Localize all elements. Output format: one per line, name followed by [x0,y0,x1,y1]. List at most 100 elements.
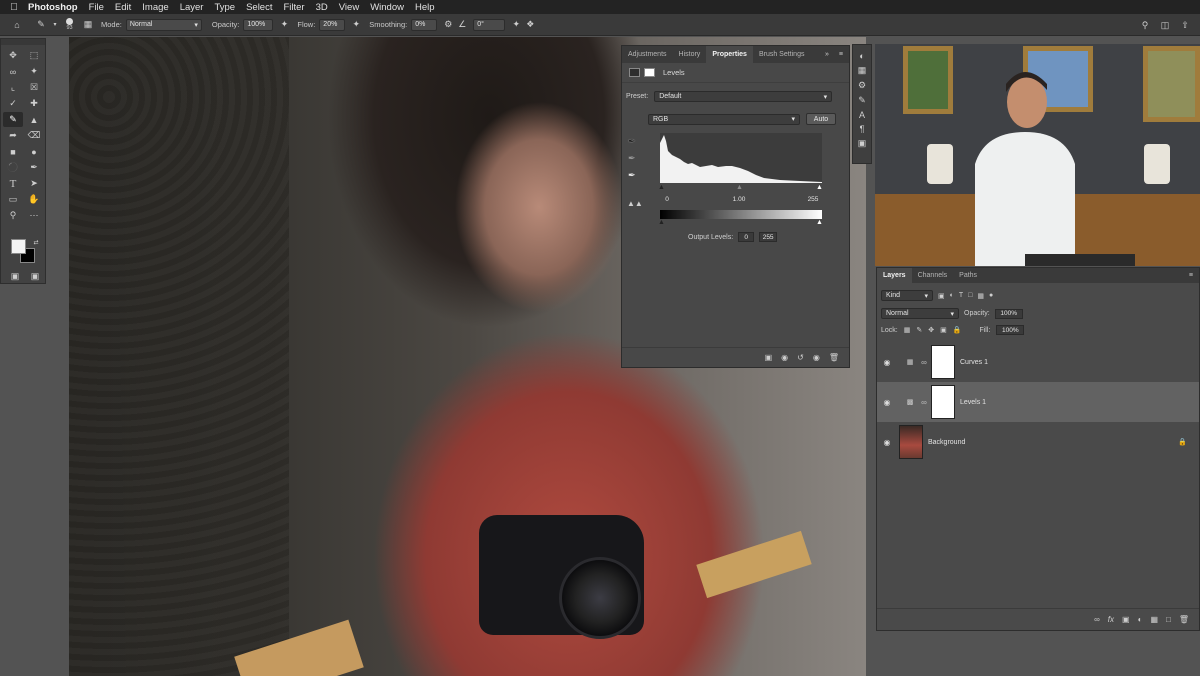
marquee-tool-icon[interactable]: ⬚ [24,48,44,63]
filter-smart-object-icon[interactable]: ▦ [977,292,984,300]
tab-layers[interactable]: Layers [877,268,912,283]
link-chain-icon[interactable]: ∞ [919,358,929,367]
apple-logo-icon[interactable]:  [0,2,28,13]
menu-filter[interactable]: Filter [283,2,304,13]
layer-row-curves[interactable]: ◉ ▦ ∞ Curves 1 [877,342,1199,382]
layer-mask-thumbnail[interactable] [931,385,955,419]
tab-history[interactable]: History [673,46,707,63]
output-black-field[interactable]: 0 [738,232,755,242]
layer-row-levels[interactable]: ◉ ▩ ∞ Levels 1 [877,382,1199,422]
tab-channels[interactable]: Channels [912,268,954,283]
home-icon[interactable]: ⌂ [10,18,24,32]
lock-artboard-icon[interactable]: ▣ [940,326,947,334]
quick-mask-icon[interactable]: ▣ [5,269,25,284]
color-panel-icon[interactable]: ◐ [859,51,864,61]
pressure-opacity-icon[interactable]: ✦ [277,18,291,32]
brush-panel-toggle-icon[interactable]: ▦ [81,18,95,32]
layer-name[interactable]: Levels 1 [960,399,986,406]
tab-brush-settings[interactable]: Brush Settings [753,46,811,63]
airbrush-icon[interactable]: ✦ [349,18,363,32]
output-slider[interactable]: ▲ ▲ [658,219,824,226]
flow-field[interactable]: 20% [319,18,346,31]
blend-mode-dropdown[interactable]: Normal ▾ [881,308,959,319]
white-input-slider-handle[interactable]: ▲ [816,184,823,191]
layer-filter-dropdown[interactable]: Kind ▾ [881,290,933,301]
visibility-eye-icon[interactable]: ◉ [813,353,820,362]
pressure-size-icon[interactable]: ✦ [509,18,523,32]
menu-image[interactable]: Image [142,2,168,13]
white-point-eyedropper-icon[interactable]: ✒ [628,170,636,181]
input-slider[interactable]: ▲ ▲ ▲ [658,184,824,191]
input-black-value[interactable]: 0 [660,194,674,204]
layer-row-background[interactable]: ◉ Background 🔒 [877,422,1199,462]
share-icon[interactable]: ⇧ [1178,18,1192,32]
filter-toggle-icon[interactable]: ● [989,292,993,299]
gradient-tool-icon[interactable]: ■ [3,144,23,159]
adjustments-panel-icon[interactable]: ⚙ [858,80,866,91]
foreground-color-swatch[interactable] [11,239,26,254]
black-output-slider-handle[interactable]: ▲ [658,219,665,226]
panel-menu-icon[interactable]: ≡ [1189,272,1199,279]
layer-mask-thumbnail[interactable] [931,345,955,379]
lock-icon[interactable]: 🔒 [1178,438,1187,446]
filter-shape-icon[interactable]: □ [968,292,972,299]
smoothing-field[interactable]: 0% [411,18,438,31]
chevron-down-icon[interactable]: ▾ [48,18,62,32]
fill-field[interactable]: 100% [996,325,1025,335]
white-output-slider-handle[interactable]: ▲ [816,219,823,226]
eraser-tool-icon[interactable]: ⌫ [24,128,44,143]
link-layers-icon[interactable]: ∞ [1094,615,1100,624]
new-layer-icon[interactable]: □ [1166,615,1171,624]
menu-file[interactable]: File [89,2,104,13]
hand-tool-icon[interactable]: ✋ [24,192,44,207]
brushes-panel-icon[interactable]: ✎ [858,95,866,106]
healing-brush-tool-icon[interactable]: ✚ [24,96,44,111]
visibility-eye-icon[interactable]: ◉ [877,438,897,447]
brush-tool-icon[interactable]: ✎ [3,112,23,127]
preset-dropdown[interactable]: Default ▾ [654,91,833,102]
link-chain-icon[interactable]: ∞ [919,398,929,407]
blur-tool-icon[interactable]: ● [24,144,44,159]
filter-type-icon[interactable]: T [959,292,963,299]
screen-mode-icon[interactable]: ▣ [25,269,45,284]
input-white-value[interactable]: 255 [804,194,822,204]
mid-input-slider-handle[interactable]: ▲ [736,184,743,191]
type-tool-icon[interactable]: T [3,176,23,191]
visibility-eye-icon[interactable]: ◉ [877,398,897,407]
menu-app-name[interactable]: Photoshop [28,2,78,13]
zoom-tool-icon[interactable]: ⚲ [3,208,23,223]
tab-adjustments[interactable]: Adjustments [622,46,673,63]
frame-tool-icon[interactable]: ☒ [24,80,44,95]
layer-name[interactable]: Background [928,439,965,446]
history-brush-tool-icon[interactable]: ➦ [3,128,23,143]
move-tool-icon[interactable]: ✥ [3,48,23,63]
libraries-panel-icon[interactable]: ▣ [858,138,867,149]
filter-adjustment-icon[interactable]: ◐ [950,292,954,299]
tab-properties[interactable]: Properties [706,46,753,63]
more-tools-icon[interactable]: ⋯ [24,208,44,223]
brush-tool-icon[interactable]: ✎ [34,18,48,32]
black-point-eyedropper-icon[interactable]: ✒ [628,136,636,147]
paragraph-panel-icon[interactable]: ¶ [860,124,865,134]
crop-tool-icon[interactable]: ⌞ [3,80,23,95]
gear-icon[interactable]: ⚙ [441,18,455,32]
workspace-icon[interactable]: ◫ [1158,18,1172,32]
symmetry-icon[interactable]: ❖ [523,18,537,32]
tab-paths[interactable]: Paths [953,268,983,283]
lock-position-icon[interactable]: ✥ [928,326,934,334]
brush-preset-picker[interactable]: 93 [66,18,73,31]
trash-icon[interactable]: 🗑 [829,353,839,362]
menu-edit[interactable]: Edit [115,2,131,13]
menu-type[interactable]: Type [214,2,235,13]
lasso-tool-icon[interactable]: ∞ [3,64,23,79]
clip-to-layer-icon[interactable]: ▣ [765,353,773,362]
filter-pixel-icon[interactable]: ▣ [938,292,945,300]
auto-button[interactable]: Auto [806,113,836,125]
menu-layer[interactable]: Layer [180,2,204,13]
lock-all-icon[interactable]: 🔒 [953,326,962,334]
shape-tool-icon[interactable]: ▭ [3,192,23,207]
clone-stamp-tool-icon[interactable]: ▲ [24,112,44,127]
menu-window[interactable]: Window [370,2,404,13]
eyedropper-tool-icon[interactable]: ✓ [3,96,23,111]
lock-pixels-icon[interactable]: ✎ [916,326,922,334]
